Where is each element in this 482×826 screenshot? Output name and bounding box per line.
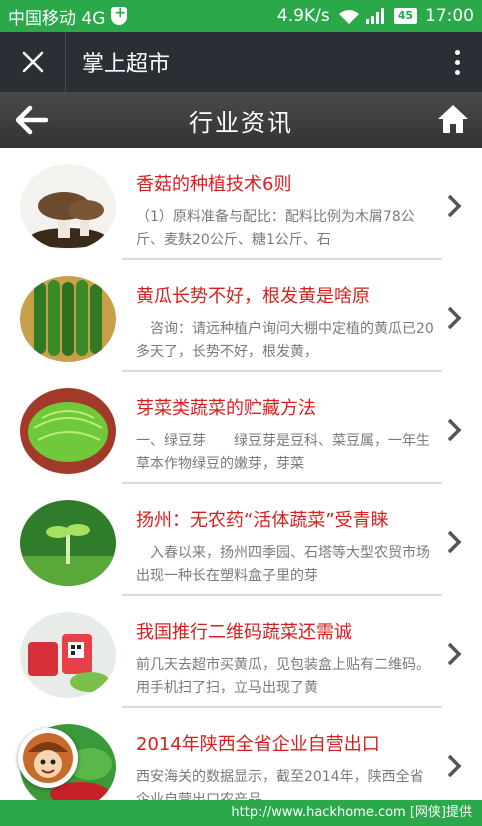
- status-bar: 中国移动 4G 4.9K/s 45 17:00: [0, 0, 482, 32]
- chevron-right-icon: [447, 754, 462, 778]
- article-item[interactable]: 黄瓜长势不好，根发黄是啥原 咨询：请远种植户询问大棚中定植的黄瓜已20多天了，长…: [0, 260, 482, 372]
- more-menu-button[interactable]: [432, 32, 482, 92]
- wifi-icon: [338, 9, 359, 24]
- chevron-right-icon: [447, 642, 462, 666]
- seedling-thumbnail: [20, 500, 116, 586]
- article-summary: 一、绿豆芽 绿豆芽是豆科、菜豆属，一年生草本作物绿豆的嫩芽，芽菜: [136, 433, 430, 472]
- qrcode-vegetable-thumbnail: [20, 612, 116, 698]
- chevron-right-icon: [447, 194, 462, 218]
- signal-icon: [365, 8, 386, 24]
- article-title: 芽菜类蔬菜的贮藏方法: [136, 398, 316, 419]
- clock: 17:00: [425, 6, 474, 26]
- article-item[interactable]: 香菇的种植技术6则 （1）原料准备与配比：配料比例为木屑78公斤、麦麸20公斤、…: [0, 148, 482, 260]
- app-bar: 掌上超市: [0, 32, 482, 92]
- article-summary: 咨询：请远种植户询问大棚中定植的黄瓜已20多天了，长势不好，根发黄，: [136, 321, 434, 360]
- article-item[interactable]: 芽菜类蔬菜的贮藏方法 一、绿豆芽 绿豆芽是豆科、菜豆属，一年生草本作物绿豆的嫩芽…: [0, 372, 482, 484]
- close-icon: [22, 51, 43, 73]
- page-title: 行业资讯: [189, 108, 293, 137]
- carrier-label: 中国移动 4G: [8, 8, 106, 29]
- chevron-right-icon: [447, 306, 462, 330]
- cucumber-thumbnail: [20, 276, 116, 362]
- network-speed: 4.9K/s: [276, 6, 330, 26]
- battery-icon: 45: [393, 8, 417, 24]
- mushroom-thumbnail: [20, 164, 116, 250]
- article-summary: 西安海关的数据显示，截至2014年，陕西全省企业自营出口农产品: [136, 769, 424, 800]
- back-arrow-icon[interactable]: [14, 104, 50, 136]
- close-button[interactable]: [0, 32, 66, 92]
- shield-icon: [111, 5, 128, 25]
- article-summary: 入春以来，扬州四季园、石塔等大型农贸市场出现一种长在塑料盒子里的芽: [136, 545, 430, 584]
- article-title: 扬州：无农药“活体蔬菜”受青睐: [136, 510, 389, 531]
- article-title: 香菇的种植技术6则: [136, 174, 292, 195]
- app-title: 掌上超市: [82, 52, 171, 77]
- sprouts-thumbnail: [20, 388, 116, 474]
- chevron-right-icon: [447, 418, 462, 442]
- article-title: 黄瓜长势不好，根发黄是啥原: [136, 286, 370, 307]
- avatar-floating-button[interactable]: [18, 728, 78, 788]
- watermark-text: http://www.hackhome.com [网侠]提供: [231, 805, 472, 820]
- article-summary: （1）原料准备与配比：配料比例为木屑78公斤、麦麸20公斤、糖1公斤、石: [136, 209, 415, 248]
- article-summary: 前几天去超市买黄瓜，见包装盒上贴有二维码。用手机扫了扫，立马出现了黄: [136, 657, 430, 696]
- article-list: 香菇的种植技术6则 （1）原料准备与配比：配料比例为木屑78公斤、麦麸20公斤、…: [0, 148, 482, 800]
- article-title: 2014年陕西全省企业自营出口: [136, 734, 380, 755]
- home-icon[interactable]: [436, 102, 470, 136]
- bottom-bar: http://www.hackhome.com [网侠]提供: [0, 800, 482, 826]
- page-header: 行业资讯: [0, 92, 482, 148]
- chevron-right-icon: [447, 530, 462, 554]
- article-title: 我国推行二维码蔬菜还需诚: [136, 622, 352, 643]
- article-item[interactable]: 扬州：无农药“活体蔬菜”受青睐 入春以来，扬州四季园、石塔等大型农贸市场出现一种…: [0, 484, 482, 596]
- article-item[interactable]: 我国推行二维码蔬菜还需诚 前几天去超市买黄瓜，见包装盒上贴有二维码。用手机扫了扫…: [0, 596, 482, 708]
